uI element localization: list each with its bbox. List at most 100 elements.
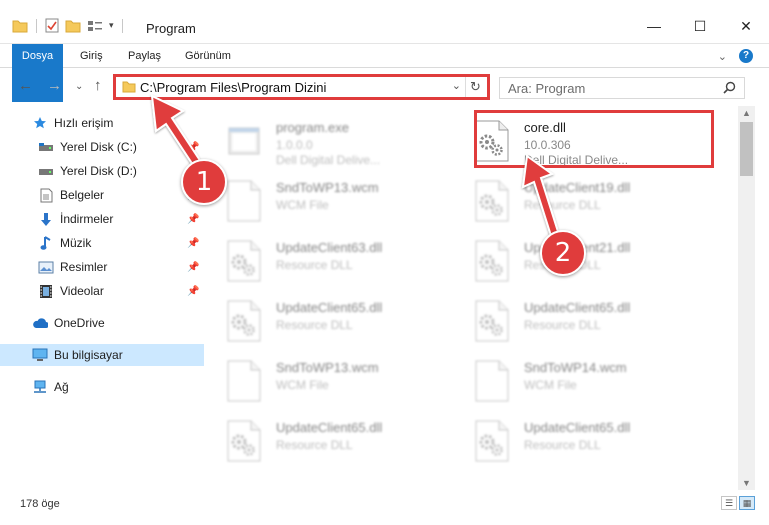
blank-file-icon: [474, 360, 510, 402]
sidebar-item-onedrive[interactable]: OneDrive: [0, 312, 204, 334]
pictures-icon: [38, 259, 54, 275]
item-count: 178 öge: [20, 498, 60, 510]
minimize-button[interactable]: —: [631, 10, 677, 42]
vertical-scrollbar[interactable]: ▲ ▼: [738, 106, 755, 490]
blank-file-icon: [226, 180, 262, 222]
address-path[interactable]: C:\Program Files\Program Dizini: [140, 80, 326, 95]
download-icon: [38, 211, 54, 227]
pin-icon: 📌: [187, 237, 200, 249]
pin-icon: 📌: [187, 141, 200, 153]
network-icon: [32, 379, 48, 395]
file-name: SndToWP13.wcm: [276, 180, 379, 195]
tab-home[interactable]: Giriş: [70, 44, 113, 68]
sidebar-item-local-disk-c[interactable]: Yerel Disk (C:) 📌: [0, 136, 204, 158]
sidebar-item-local-disk-d[interactable]: Yerel Disk (D:): [0, 160, 204, 182]
view-options-icon[interactable]: [87, 19, 103, 33]
ribbon-tabs: Dosya Giriş Paylaş Görünüm ⌄ ?: [0, 44, 769, 102]
computer-icon: [32, 347, 48, 363]
file-meta: Resource DLL: [524, 318, 601, 332]
scroll-down-icon[interactable]: ▼: [742, 478, 751, 488]
close-button[interactable]: ✕: [723, 10, 769, 42]
help-icon[interactable]: ?: [739, 49, 753, 63]
sidebar-item-this-pc[interactable]: Bu bilgisayar: [0, 344, 204, 366]
cloud-icon: [32, 315, 48, 331]
sidebar-item-documents[interactable]: Belgeler 📌: [0, 184, 204, 206]
file-item[interactable]: UpdateClient65.dll Resource DLL: [206, 410, 446, 468]
file-meta: WCM File: [524, 378, 577, 392]
sidebar-item-label: İndirmeler: [60, 212, 114, 226]
drive-icon: [38, 163, 54, 179]
sidebar-item-label: Hızlı erişim: [54, 116, 114, 130]
toolbar-divider: [36, 18, 37, 33]
scroll-up-icon[interactable]: ▲: [742, 108, 751, 118]
navigation-bar: ← → ⌄ ↑ C:\Program Files\Program Dizini …: [0, 72, 769, 102]
file-item[interactable]: program.exe 1.0.0.0 Dell Digital Delive...: [206, 110, 446, 168]
file-item[interactable]: SndToWP14.wcm WCM File: [454, 350, 694, 408]
tab-share[interactable]: Paylaş: [118, 44, 171, 68]
scroll-thumb[interactable]: [740, 122, 753, 176]
sidebar-item-label: OneDrive: [54, 316, 105, 330]
file-item[interactable]: UpdateClient65.dll Resource DLL: [206, 290, 446, 348]
file-item[interactable]: UpdateClient19.dll Resource DLL: [454, 170, 694, 228]
large-icons-view-icon[interactable]: ▦: [739, 496, 755, 510]
maximize-button[interactable]: ☐: [677, 10, 723, 42]
sidebar-item-pictures[interactable]: Resimler 📌: [0, 256, 204, 278]
search-icon[interactable]: [723, 81, 736, 94]
tab-view[interactable]: Görünüm: [175, 44, 241, 68]
file-name: UpdateClient65.dll: [276, 300, 383, 315]
new-folder-icon[interactable]: [65, 19, 81, 33]
sidebar-item-label: Bu bilgisayar: [54, 348, 123, 362]
video-icon: [38, 283, 54, 299]
file-item[interactable]: SndToWP13.wcm WCM File: [206, 170, 446, 228]
search-input[interactable]: [500, 78, 710, 98]
expand-ribbon-icon[interactable]: ⌄: [718, 50, 727, 63]
sidebar-item-quick-access[interactable]: Hızlı erişim: [0, 112, 204, 134]
up-button[interactable]: ↑: [94, 77, 102, 94]
recent-locations-button[interactable]: ⌄: [75, 81, 83, 92]
properties-icon[interactable]: [45, 18, 59, 33]
sidebar-item-downloads[interactable]: İndirmeler 📌: [0, 208, 204, 230]
file-meta: Resource DLL: [276, 258, 353, 272]
file-meta: WCM File: [276, 198, 329, 212]
file-meta: Resource DLL: [524, 198, 601, 212]
dll-file-icon: [474, 420, 510, 462]
details-view-icon[interactable]: ☰: [721, 496, 737, 510]
highlight-box: [474, 110, 714, 168]
title-bar: ▾ Program — ☐ ✕: [0, 0, 769, 44]
forward-button[interactable]: →: [47, 77, 62, 94]
dll-file-icon: [474, 240, 510, 282]
address-bar[interactable]: C:\Program Files\Program Dizini ⌄ ↻: [113, 74, 490, 100]
documents-icon: [38, 187, 54, 203]
quick-access-toolbar: ▾: [12, 18, 125, 33]
sidebar-item-label: Videolar: [60, 284, 104, 298]
refresh-button[interactable]: ↻: [465, 77, 485, 97]
search-box[interactable]: [499, 77, 745, 99]
view-switcher: ☰ ▦: [721, 496, 755, 510]
customize-toolbar-icon[interactable]: ▾: [109, 20, 114, 31]
music-icon: [38, 235, 54, 251]
file-meta: Dell Digital Delive...: [276, 153, 381, 167]
window-title: Program: [146, 21, 196, 36]
address-dropdown-icon[interactable]: ⌄: [452, 79, 461, 92]
file-name: program.exe: [276, 120, 349, 135]
sidebar-item-videos[interactable]: Videolar 📌: [0, 280, 204, 302]
sidebar-item-network[interactable]: Ağ: [0, 376, 204, 398]
folder-icon: [12, 20, 28, 32]
file-item[interactable]: UpdateClient65.dll Resource DLL: [454, 410, 694, 468]
file-item[interactable]: SndToWP13.wcm WCM File: [206, 350, 446, 408]
annotation-badge-2: 2: [540, 230, 586, 276]
sidebar-item-label: Ağ: [54, 380, 69, 394]
file-meta: Resource DLL: [524, 438, 601, 452]
file-name: UpdateClient65.dll: [276, 420, 383, 435]
sidebar-item-label: Yerel Disk (D:): [60, 164, 137, 178]
sidebar-item-music[interactable]: Müzik 📌: [0, 232, 204, 254]
file-item[interactable]: UpdateClient65.dll Resource DLL: [454, 290, 694, 348]
exe-file-icon: [226, 120, 262, 162]
status-bar: 178 öge ☰ ▦: [0, 492, 769, 525]
file-item[interactable]: UpdateClient63.dll Resource DLL: [206, 230, 446, 288]
annotation-badge-1: 1: [181, 159, 227, 205]
file-name: UpdateClient63.dll: [276, 240, 383, 255]
window-controls: — ☐ ✕: [631, 10, 769, 42]
sidebar-item-label: Müzik: [60, 236, 92, 250]
back-button[interactable]: ←: [18, 77, 33, 94]
